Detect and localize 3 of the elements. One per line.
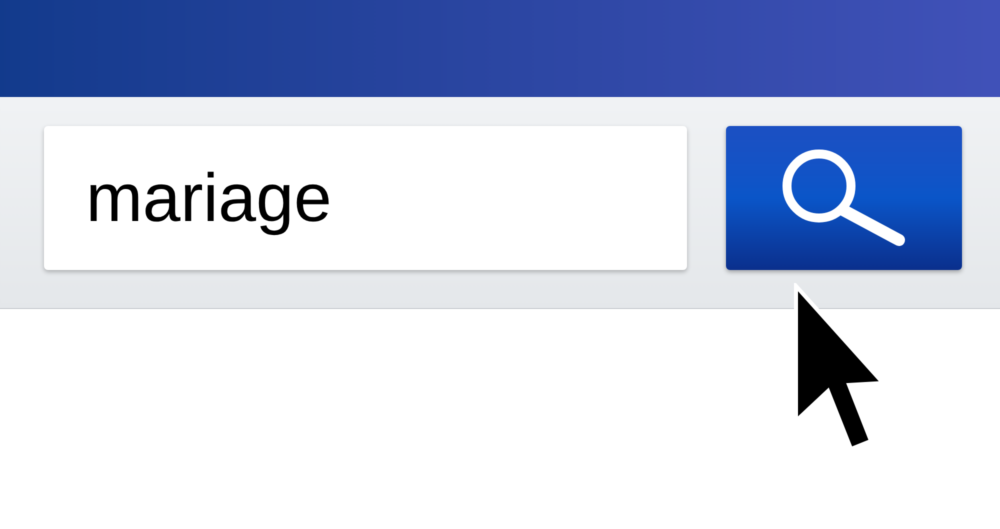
search-field[interactable]: mariage (44, 126, 687, 270)
search-icon (781, 148, 907, 248)
search-button[interactable] (726, 126, 962, 270)
